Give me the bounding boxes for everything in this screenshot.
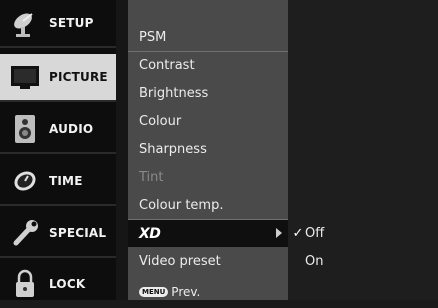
menu-item-setup[interactable]: SETUP bbox=[0, 0, 116, 48]
menu-label-picture: PICTURE bbox=[49, 70, 108, 84]
submenu-label: Colour bbox=[139, 114, 182, 129]
checkmark-icon: ✓ bbox=[292, 226, 304, 241]
submenu-item-tint: Tint bbox=[128, 164, 288, 191]
xd-options-panel: ✓ Off On bbox=[288, 0, 438, 300]
submenu-item-xd[interactable]: XD bbox=[128, 220, 288, 247]
submenu-label: Contrast bbox=[139, 58, 195, 73]
option-label: Off bbox=[305, 226, 325, 241]
submenu-label: Sharpness bbox=[139, 142, 207, 157]
clock-icon bbox=[7, 163, 43, 199]
submenu-item-colour-temp[interactable]: Colour temp. bbox=[128, 192, 288, 219]
option-on[interactable]: On bbox=[288, 248, 438, 275]
option-off[interactable]: ✓ Off bbox=[288, 220, 438, 247]
submenu-label: PSM bbox=[139, 30, 167, 45]
menu-label-audio: AUDIO bbox=[49, 122, 94, 136]
submenu-label: Tint bbox=[139, 170, 164, 185]
submenu-item-colour[interactable]: Colour bbox=[128, 108, 288, 135]
submenu-label: Video preset bbox=[139, 254, 221, 269]
tv-screen-icon bbox=[7, 59, 43, 95]
submenu-label: Brightness bbox=[139, 86, 209, 101]
menu-label-setup: SETUP bbox=[49, 16, 94, 30]
category-menu: SETUP PICTURE AUDIO TIME SPECIAL LOCK bbox=[0, 0, 116, 300]
padlock-icon bbox=[7, 266, 43, 302]
wrench-icon bbox=[7, 215, 43, 251]
submenu-label: Colour temp. bbox=[139, 198, 224, 213]
submenu-item-psm[interactable]: PSM bbox=[128, 24, 288, 51]
submenu-item-contrast[interactable]: Contrast bbox=[128, 52, 288, 79]
picture-submenu: PSM Contrast Brightness Colour Sharpness… bbox=[128, 0, 288, 300]
menu-button-icon: MENU bbox=[139, 287, 169, 297]
speaker-icon bbox=[7, 111, 43, 147]
submenu-item-brightness[interactable]: Brightness bbox=[128, 80, 288, 107]
submenu-arrow-icon bbox=[276, 228, 282, 238]
menu-label-time: TIME bbox=[49, 174, 83, 188]
prev-label: Prev. bbox=[171, 285, 201, 299]
menu-item-special[interactable]: SPECIAL bbox=[0, 210, 116, 258]
menu-item-time[interactable]: TIME bbox=[0, 158, 116, 206]
tv-osd-screen: SETUP PICTURE AUDIO TIME SPECIAL LOCK PS… bbox=[0, 0, 438, 300]
xd-logo: XD bbox=[139, 225, 161, 242]
menu-item-picture[interactable]: PICTURE bbox=[0, 54, 116, 102]
submenu-item-video-preset[interactable]: Video preset bbox=[128, 248, 288, 275]
menu-label-special: SPECIAL bbox=[49, 226, 107, 240]
menu-item-audio[interactable]: AUDIO bbox=[0, 106, 116, 154]
prev-hint: MENU Prev. bbox=[139, 285, 200, 299]
menu-item-lock[interactable]: LOCK bbox=[0, 260, 116, 308]
menu-label-lock: LOCK bbox=[49, 277, 86, 291]
satellite-dish-icon bbox=[7, 5, 43, 41]
option-label: On bbox=[305, 254, 324, 269]
submenu-item-sharpness[interactable]: Sharpness bbox=[128, 136, 288, 163]
